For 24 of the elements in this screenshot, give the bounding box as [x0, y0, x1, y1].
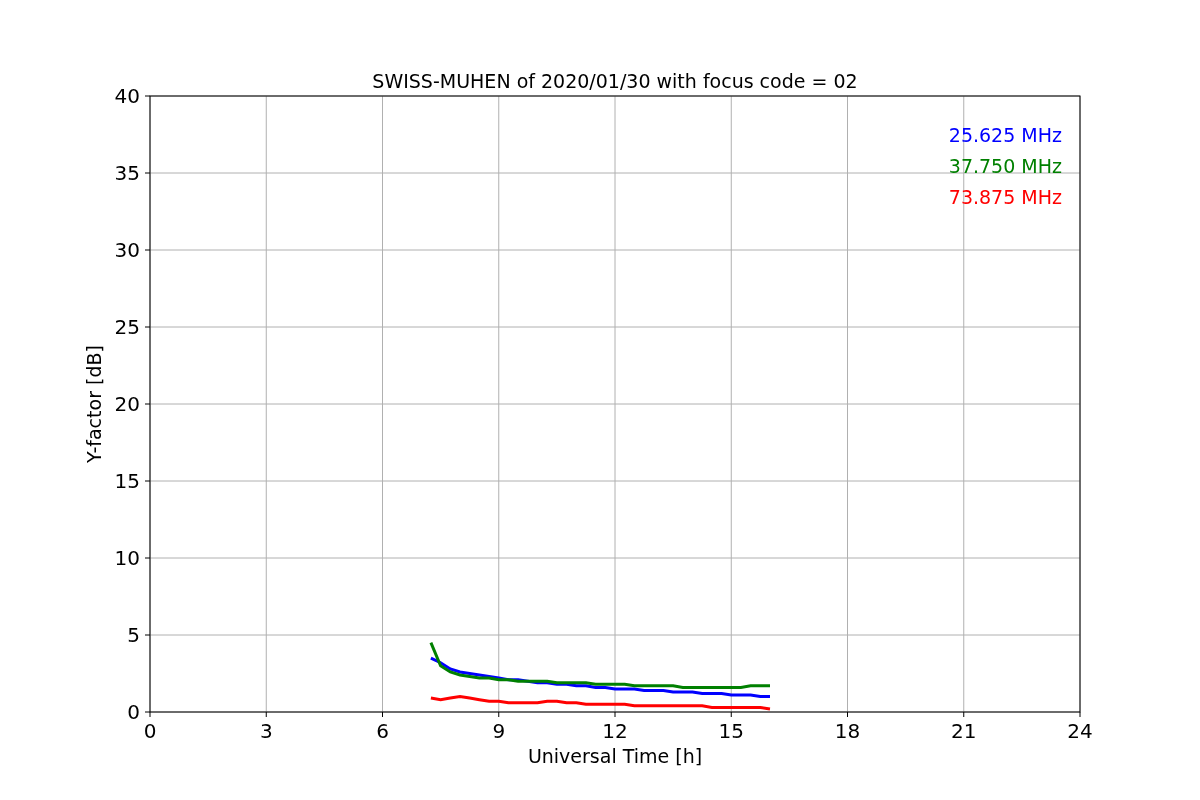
- legend-label: 37.750 MHz: [948, 155, 1062, 177]
- x-tick-label: 18: [834, 719, 861, 743]
- y-tick-label: 20: [114, 392, 140, 416]
- y-tick-label: 0: [127, 700, 140, 724]
- y-tick-label: 40: [114, 84, 140, 108]
- x-tick-label: 21: [951, 719, 977, 743]
- x-tick-label: 12: [602, 719, 628, 743]
- y-tick-label: 25: [114, 315, 140, 339]
- y-tick-label: 10: [114, 546, 140, 570]
- x-tick-label: 3: [259, 719, 273, 743]
- legend-label: 25.625 MHz: [948, 124, 1062, 146]
- chart-title: SWISS-MUHEN of 2020/01/30 with focus code = 02: [372, 70, 858, 92]
- x-tick-label: 9: [492, 719, 506, 743]
- y-axis-label: Y-factor [dB]: [83, 345, 105, 463]
- y-tick-label: 5: [127, 623, 140, 647]
- x-tick-label: 0: [143, 719, 157, 743]
- x-axis-label: Universal Time [h]: [527, 745, 703, 767]
- y-tick-label: 15: [114, 469, 140, 493]
- legend-label: 73.875 MHz: [948, 186, 1062, 208]
- x-tick-label: 15: [718, 719, 744, 743]
- y-tick-label: 35: [114, 161, 140, 185]
- y-tick-label: 30: [114, 238, 140, 262]
- x-tick-label: 24: [1067, 719, 1093, 743]
- x-tick-label: 6: [376, 719, 389, 743]
